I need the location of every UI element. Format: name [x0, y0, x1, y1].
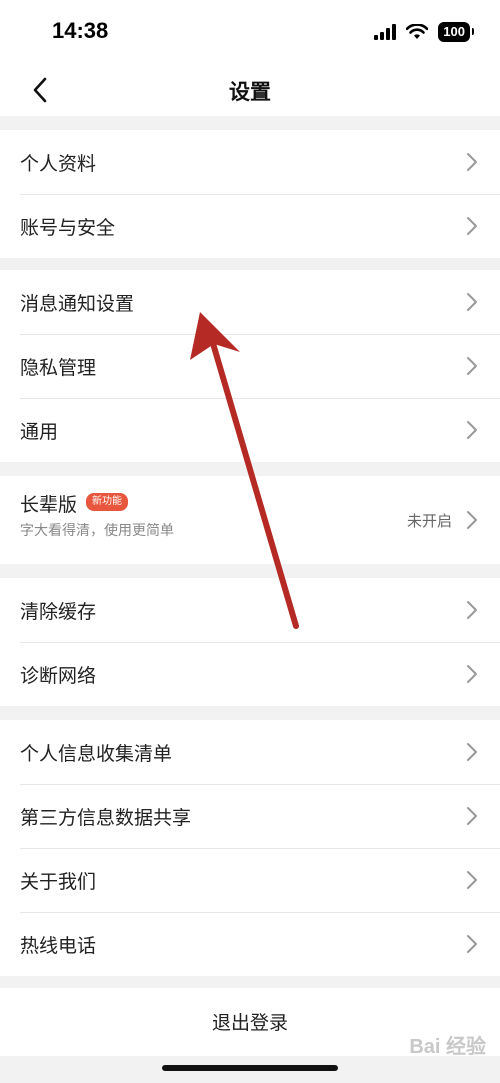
settings-group-general: 消息通知设置 隐私管理 通用 — [0, 270, 500, 462]
row-subtitle: 字大看得清，使用更简单 — [20, 523, 174, 539]
row-network-diagnosis[interactable]: 诊断网络 — [0, 642, 500, 706]
row-status-value: 未开启 — [406, 512, 452, 530]
chevron-right-icon — [467, 293, 477, 311]
row-label: 账号与安全 — [20, 217, 116, 239]
nav-bar: 设置 — [0, 64, 500, 116]
chevron-right-icon — [467, 153, 477, 171]
row-label: 热线电话 — [20, 935, 97, 957]
row-label: 诊断网络 — [20, 665, 97, 687]
row-clear-cache[interactable]: 清除缓存 — [0, 578, 500, 642]
status-bar: 14:38 100 — [0, 0, 500, 64]
watermark-logo: Bai 经验 — [409, 1036, 486, 1058]
settings-group-account: 个人资料 账号与安全 — [0, 130, 500, 258]
status-icons: 100 — [374, 22, 474, 42]
row-third-party-sharing[interactable]: 第三方信息数据共享 — [0, 784, 500, 848]
home-indicator — [162, 1065, 338, 1071]
row-label: 隐私管理 — [20, 357, 97, 379]
row-personal-info-list[interactable]: 个人信息收集清单 — [0, 720, 500, 784]
row-elder-mode[interactable]: 长辈版 新功能 字大看得清，使用更简单 未开启 — [0, 476, 500, 564]
row-label: 消息通知设置 — [20, 293, 135, 315]
chevron-right-icon — [467, 743, 477, 761]
chevron-right-icon — [467, 807, 477, 825]
new-feature-badge: 新功能 — [86, 493, 128, 511]
row-hotline[interactable]: 热线电话 — [0, 912, 500, 976]
row-general[interactable]: 通用 — [0, 398, 500, 462]
chevron-right-icon — [467, 665, 477, 683]
row-notification-settings[interactable]: 消息通知设置 — [0, 270, 500, 334]
chevron-right-icon — [467, 421, 477, 439]
settings-group-tools: 清除缓存 诊断网络 — [0, 578, 500, 706]
row-about-us[interactable]: 关于我们 — [0, 848, 500, 912]
row-label: 个人资料 — [20, 153, 97, 175]
battery-icon: 100 — [438, 22, 474, 42]
row-account-security[interactable]: 账号与安全 — [0, 194, 500, 258]
wifi-icon — [406, 24, 429, 39]
row-label: 关于我们 — [20, 871, 97, 893]
chevron-right-icon — [467, 871, 477, 889]
row-profile[interactable]: 个人资料 — [0, 130, 500, 194]
row-label: 长辈版 — [20, 494, 78, 516]
chevron-right-icon — [467, 601, 477, 619]
row-label: 个人信息收集清单 — [20, 743, 173, 765]
row-label: 第三方信息数据共享 — [20, 807, 192, 829]
row-label: 通用 — [20, 421, 59, 443]
row-label: 清除缓存 — [20, 601, 97, 623]
settings-group-info: 个人信息收集清单 第三方信息数据共享 关于我们 热线电话 — [0, 720, 500, 976]
status-time: 14:38 — [52, 18, 109, 43]
chevron-right-icon — [467, 217, 477, 235]
chevron-right-icon — [467, 935, 477, 953]
chevron-right-icon — [467, 511, 477, 529]
settings-group-elder: 长辈版 新功能 字大看得清，使用更简单 未开启 — [0, 476, 500, 564]
page-title: 设置 — [229, 80, 271, 104]
chevron-right-icon — [467, 357, 477, 375]
cellular-signal-icon — [374, 24, 397, 40]
row-privacy[interactable]: 隐私管理 — [0, 334, 500, 398]
